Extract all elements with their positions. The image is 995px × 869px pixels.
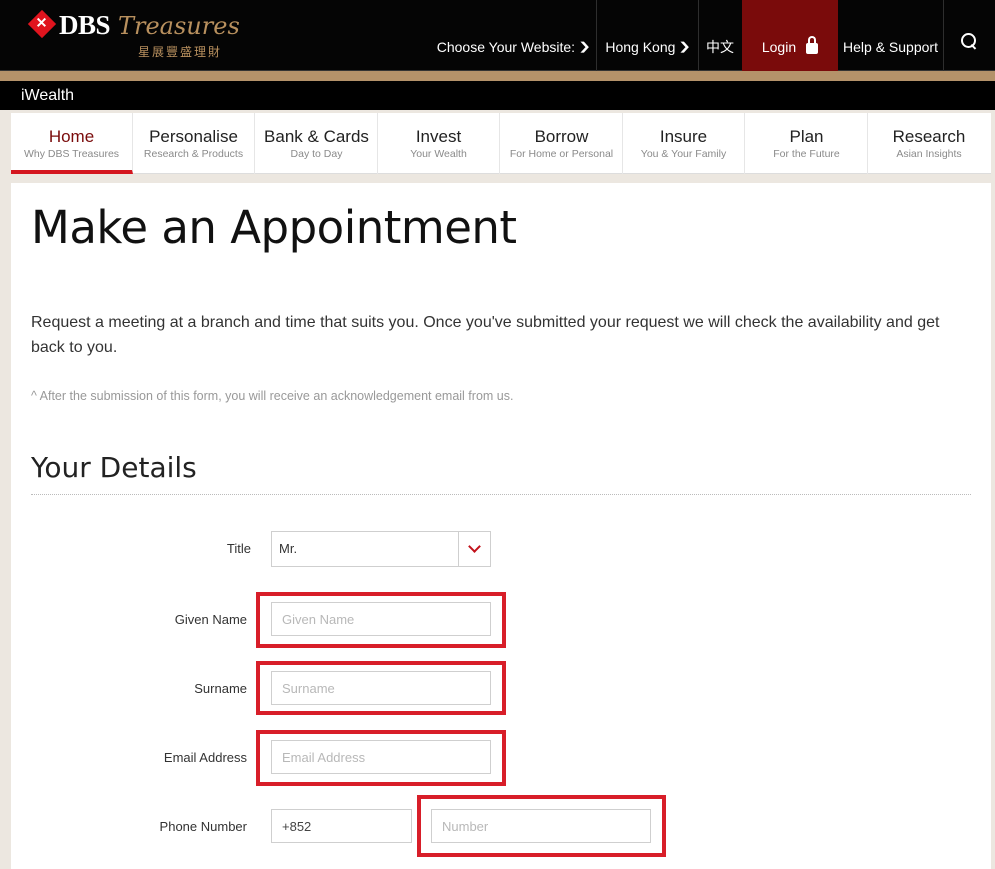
nav-tab-plan[interactable]: Plan For the Future xyxy=(746,113,868,174)
nav-tab-borrow[interactable]: Borrow For Home or Personal xyxy=(501,113,623,174)
surname-label: Surname xyxy=(194,681,247,696)
phone-label: Phone Number xyxy=(159,819,247,834)
language-link[interactable]: 中文 xyxy=(699,0,741,71)
email-input[interactable] xyxy=(271,740,491,774)
section-title: Your Details xyxy=(31,451,197,484)
given-name-input[interactable] xyxy=(271,602,491,636)
choose-website-dropdown[interactable]: Choose Your Website: ❯ xyxy=(430,0,596,71)
acknowledgement-note: ^ After the submission of this form, you… xyxy=(31,389,514,403)
gold-divider xyxy=(0,71,995,81)
page-title: Make an Appointment xyxy=(31,201,517,254)
title-label: Title xyxy=(226,541,251,556)
region-dropdown[interactable]: Hong Kong ❯ xyxy=(597,0,698,71)
section-divider xyxy=(31,494,971,495)
dbs-treasures-logo[interactable]: DBS Treasures 星展豐盛理財 xyxy=(27,9,240,60)
logo-script: Treasures xyxy=(118,12,240,40)
lock-icon xyxy=(806,36,819,54)
choose-website-label: Choose Your Website: xyxy=(436,38,576,55)
search-icon xyxy=(960,32,979,51)
language-label: 中文 xyxy=(706,38,734,55)
phone-number-input[interactable] xyxy=(431,809,651,843)
nav-tab-home[interactable]: Home Why DBS Treasures xyxy=(11,113,133,174)
logo-chinese: 星展豐盛理財 xyxy=(138,45,223,59)
chevron-down-icon xyxy=(458,532,490,566)
main-navigation: Home Why DBS Treasures Personalise Resea… xyxy=(11,113,991,174)
iwealth-bar[interactable]: iWealth xyxy=(0,81,995,110)
top-header: DBS Treasures 星展豐盛理財 Choose Your Website… xyxy=(0,0,995,71)
nav-tab-personalise[interactable]: Personalise Research & Products xyxy=(133,113,255,174)
help-label: Help & Support xyxy=(843,38,938,55)
help-support-link[interactable]: Help & Support xyxy=(838,0,943,71)
nav-tab-insure[interactable]: Insure You & Your Family xyxy=(623,113,745,174)
phone-country-code-input[interactable] xyxy=(271,809,412,843)
intro-text: Request a meeting at a branch and time t… xyxy=(31,314,940,356)
email-label: Email Address xyxy=(163,750,247,765)
given-name-label: Given Name xyxy=(174,612,247,627)
chevron-down-icon: ❯ xyxy=(678,41,692,53)
main-content: Make an Appointment Request a meeting at… xyxy=(11,183,991,869)
nav-tab-research[interactable]: Research Asian Insights xyxy=(868,113,990,174)
login-label: Login xyxy=(761,38,797,55)
title-selected-value: Mr. xyxy=(279,541,298,556)
surname-input[interactable] xyxy=(271,671,491,705)
dbs-star-icon xyxy=(27,9,57,39)
logo-brand: DBS xyxy=(59,10,111,40)
nav-tab-invest[interactable]: Invest Your Wealth xyxy=(378,113,500,174)
nav-tab-bank-cards[interactable]: Bank & Cards Day to Day xyxy=(256,113,378,174)
search-button[interactable] xyxy=(944,0,995,71)
region-label: Hong Kong xyxy=(605,38,676,55)
title-select[interactable]: Mr. xyxy=(271,531,491,567)
chevron-down-icon: ❯ xyxy=(578,41,592,53)
login-button[interactable]: Login xyxy=(742,0,838,71)
